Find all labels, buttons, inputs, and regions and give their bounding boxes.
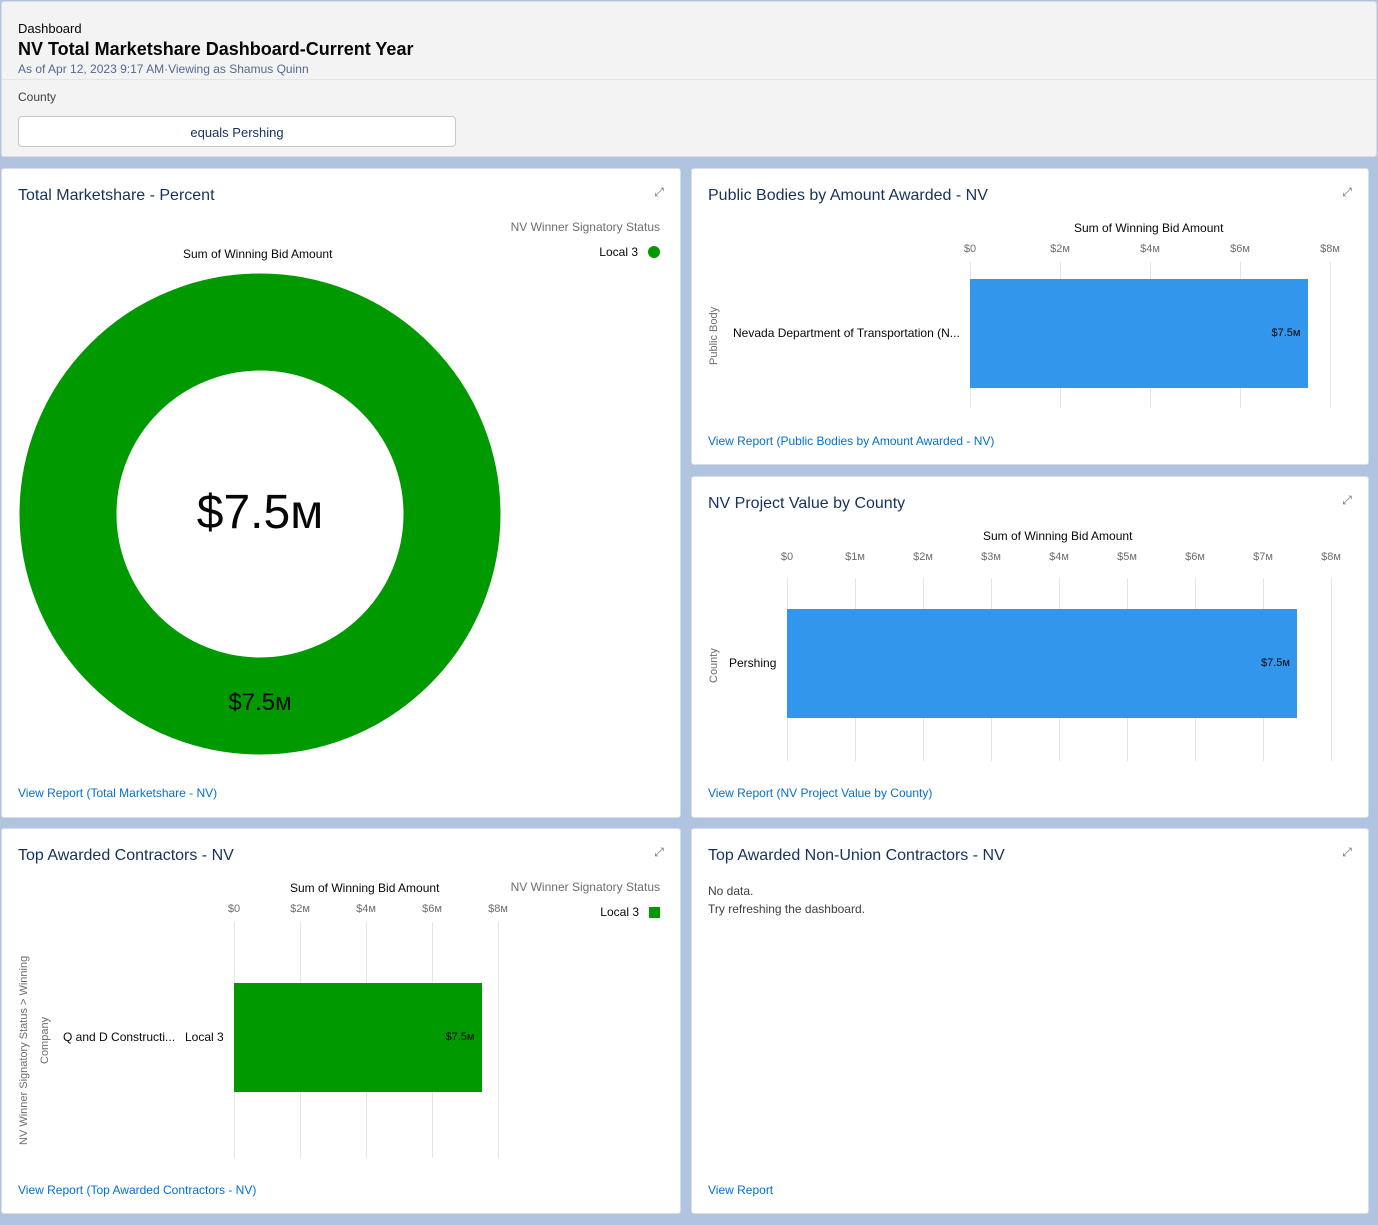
x-tick-label: $6м <box>1230 243 1250 255</box>
expand-icon[interactable]: ⤢ <box>652 185 666 199</box>
header-title-area: Dashboard NV Total Marketshare Dashboard… <box>2 2 1376 80</box>
expand-icon[interactable]: ⤢ <box>1340 185 1354 199</box>
x-tick-label: $0 <box>780 551 794 563</box>
card-non-union-contractors: Top Awarded Non-Union Contractors - NV ⤢… <box>691 828 1369 1214</box>
x-axis-title: Sum of Winning Bid Amount <box>983 529 1133 543</box>
as-of-timestamp: As of Apr 12, 2023 9:17 AM·Viewing as Sh… <box>18 62 309 76</box>
category-label: Pershing <box>729 655 777 670</box>
x-tick-label: $4м <box>356 903 376 915</box>
y-axis-title-line-1: NV Winner Signatory Status > Winning <box>18 955 30 1145</box>
category-label: Nevada Department of Transportation (N..… <box>733 325 960 340</box>
card-title: Top Awarded Non-Union Contractors - NV <box>708 847 1005 864</box>
page-title: NV Total Marketshare Dashboard-Current Y… <box>18 39 414 59</box>
card-total-marketshare: Total Marketshare - Percent ⤢ NV Winner … <box>1 168 681 818</box>
x-tick-label: $0 <box>963 243 977 255</box>
group-label: Local 3 <box>185 1029 224 1044</box>
card-title: Total Marketshare - Percent <box>18 187 215 204</box>
x-tick-label: $4м <box>1140 243 1160 255</box>
view-report-link[interactable]: View Report (NV Project Value by County) <box>708 786 932 800</box>
legend-title: NV Winner Signatory Status <box>510 880 660 894</box>
card-public-bodies: Public Bodies by Amount Awarded - NV ⤢ S… <box>691 168 1369 465</box>
x-tick-label: $3м <box>981 551 1001 563</box>
no-data-message: No data. <box>708 884 754 898</box>
view-report-link[interactable]: View Report <box>708 1183 773 1197</box>
x-tick-label: $2м <box>1050 243 1070 255</box>
bar[interactable] <box>970 279 1308 388</box>
legend-item-label: Local 3 <box>600 905 639 919</box>
legend-item-local-3[interactable]: Local 3 <box>599 245 660 259</box>
gridline <box>498 922 499 1158</box>
card-title: Top Awarded Contractors - NV <box>18 847 234 864</box>
legend-item-local-3[interactable]: Local 3 <box>600 905 660 919</box>
breadcrumb: Dashboard <box>18 21 82 36</box>
legend-dot-icon <box>648 246 660 258</box>
y-axis-title: Public Body <box>708 306 720 365</box>
view-report-link[interactable]: View Report (Top Awarded Contractors - N… <box>18 1183 256 1197</box>
x-tick-label: $8м <box>488 903 508 915</box>
card-title: Public Bodies by Amount Awarded - NV <box>708 187 988 204</box>
card-title: NV Project Value by County <box>708 495 906 512</box>
donut-center-value: $7.5м <box>196 486 324 539</box>
expand-icon[interactable]: ⤢ <box>1340 845 1354 859</box>
category-label: Q and D Constructi... <box>63 1029 176 1044</box>
legend-item-label: Local 3 <box>599 245 638 259</box>
x-tick-label: $7м <box>1253 551 1273 563</box>
x-tick-label: $0 <box>227 903 241 915</box>
view-report-link[interactable]: View Report (Public Bodies by Amount Awa… <box>708 434 994 448</box>
bar-value-label: $7.5м <box>1261 656 1290 669</box>
legend-square-icon <box>649 906 660 918</box>
refresh-hint: Try refreshing the dashboard. <box>708 902 865 916</box>
y-axis-title-line-2: Company <box>39 1016 51 1064</box>
x-tick-label: $6м <box>422 903 442 915</box>
expand-icon[interactable]: ⤢ <box>1340 493 1354 507</box>
view-report-link[interactable]: View Report (Total Marketshare - NV) <box>18 786 217 800</box>
x-tick-label: $8м <box>1320 243 1340 255</box>
x-tick-label: $4м <box>1049 551 1069 563</box>
bar-value-label: $7.5м <box>445 1030 475 1043</box>
y-axis-title: County <box>708 648 720 683</box>
bar-value-label: $7.5м <box>1271 326 1301 339</box>
x-tick-label: $1м <box>845 551 865 563</box>
dashboard-header: Dashboard NV Total Marketshare Dashboard… <box>1 1 1377 157</box>
bar[interactable] <box>234 983 482 1092</box>
x-tick-label: $2м <box>290 903 310 915</box>
county-filter-button[interactable]: equals Pershing <box>18 116 456 147</box>
x-tick-label: $8м <box>1321 551 1341 563</box>
x-axis-title: Sum of Winning Bid Amount <box>1074 221 1224 235</box>
x-tick-label: $5м <box>1117 551 1137 563</box>
expand-icon[interactable]: ⤢ <box>652 845 666 859</box>
gridline <box>1331 578 1332 761</box>
card-top-contractors: Top Awarded Contractors - NV ⤢ Sum of Wi… <box>1 828 681 1214</box>
x-axis-title: Sum of Winning Bid Amount <box>290 881 440 895</box>
x-tick-label: $2м <box>913 551 933 563</box>
gridline <box>1330 262 1331 408</box>
x-tick-label: $6м <box>1185 551 1205 563</box>
card-project-value-county: NV Project Value by County ⤢ Sum of Winn… <box>691 476 1369 818</box>
legend-title: NV Winner Signatory Status <box>510 220 660 234</box>
county-filter-label: County <box>18 90 57 104</box>
donut-slice-label: $7.5м <box>228 689 292 716</box>
bar[interactable] <box>787 609 1297 718</box>
donut-measure-title: Sum of Winning Bid Amount <box>183 247 333 261</box>
